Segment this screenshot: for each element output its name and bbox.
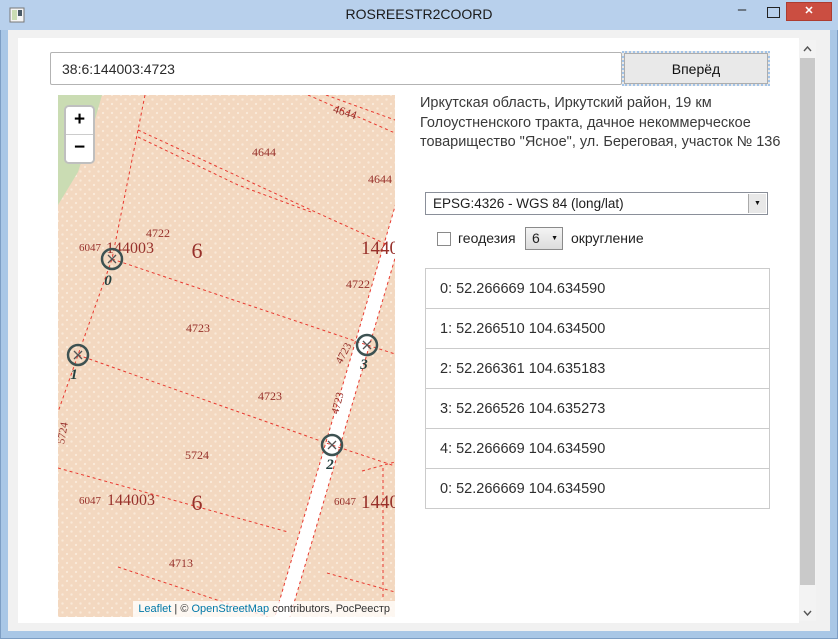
chevron-down-icon: ▼ — [551, 228, 558, 249]
minimize-button[interactable]: – — [728, 0, 756, 24]
scroll-down-button[interactable] — [799, 604, 816, 621]
svg-text:4723: 4723 — [258, 389, 282, 403]
svg-text:4713: 4713 — [169, 556, 193, 570]
close-button[interactable]: ✕ — [786, 2, 832, 21]
map-zoom-control: + − — [64, 105, 95, 164]
maximize-button[interactable] — [760, 0, 786, 24]
coordinate-row: 3: 52.266526 104.635273 — [425, 388, 770, 429]
svg-text:6047: 6047 — [79, 495, 102, 507]
attribution-suffix: contributors, РосРеестр — [269, 603, 390, 615]
titlebar[interactable]: ROSREESTR2COORD – ✕ — [0, 0, 838, 30]
svg-text:1: 1 — [70, 367, 78, 383]
svg-text:4722: 4722 — [146, 226, 170, 240]
svg-text:4722: 4722 — [346, 277, 370, 291]
svg-text:5724: 5724 — [58, 421, 71, 445]
svg-text:4644: 4644 — [252, 145, 276, 159]
openstreetmap-link[interactable]: OpenStreetMap — [191, 603, 269, 615]
map-canvas: 4644 4644 4644 4722 6047 144003 6 1440 4… — [58, 95, 395, 617]
map-attribution: Leaflet | © OpenStreetMap contributors, … — [133, 601, 395, 617]
svg-text:4644: 4644 — [331, 102, 358, 123]
coordinate-row: 2: 52.266361 104.635183 — [425, 348, 770, 389]
chevron-down-icon — [803, 610, 812, 616]
rounding-select[interactable]: 6 ▼ — [525, 227, 563, 250]
chevron-up-icon — [803, 46, 812, 52]
forward-button[interactable]: Вперёд — [622, 51, 770, 86]
address-text: Иркутская область, Иркутский район, 19 к… — [420, 94, 794, 153]
svg-text:6: 6 — [192, 490, 203, 515]
svg-text:4644: 4644 — [368, 172, 392, 186]
vertical-scrollbar[interactable] — [799, 40, 816, 621]
coordinate-row: 4: 52.266669 104.634590 — [425, 428, 770, 469]
attribution-separator: | © — [171, 603, 191, 615]
leaflet-link[interactable]: Leaflet — [138, 603, 171, 615]
map[interactable]: 4644 4644 4644 4722 6047 144003 6 1440 4… — [58, 95, 395, 617]
scrollbar-thumb[interactable] — [800, 58, 815, 585]
coordinate-list: 0: 52.266669 104.634590 1: 52.266510 104… — [425, 268, 770, 509]
rounding-label: округление — [571, 230, 644, 246]
coordinate-row: 1: 52.266510 104.634500 — [425, 308, 770, 349]
crs-dropdown-button[interactable]: ▼ — [748, 194, 766, 213]
svg-text:1440: 1440 — [361, 238, 395, 259]
maximize-icon — [767, 7, 780, 18]
svg-text:6: 6 — [192, 238, 203, 263]
cadastral-number-input[interactable] — [50, 52, 622, 85]
svg-text:5724: 5724 — [185, 448, 209, 462]
map-labels: 4644 4644 4644 4722 6047 144003 6 1440 4… — [58, 102, 395, 570]
coordinate-row: 0: 52.266669 104.634590 — [425, 268, 770, 309]
zoom-in-button[interactable]: + — [66, 107, 93, 135]
svg-text:2: 2 — [325, 457, 334, 473]
window-content: Вперёд — [8, 30, 830, 631]
window-title: ROSREESTR2COORD — [0, 6, 838, 22]
geodesy-label: геодезия — [458, 230, 516, 246]
crs-selected-value: EPSG:4326 - WGS 84 (long/lat) — [433, 196, 624, 211]
crs-select[interactable]: EPSG:4326 - WGS 84 (long/lat) ▼ — [425, 192, 768, 215]
svg-text:3: 3 — [359, 357, 368, 373]
rounding-value: 6 — [532, 230, 540, 246]
svg-text:4723: 4723 — [186, 321, 210, 335]
svg-text:6047: 6047 — [334, 496, 357, 508]
svg-text:6047: 6047 — [79, 242, 102, 254]
zoom-out-button[interactable]: − — [66, 135, 93, 162]
geodesy-checkbox[interactable] — [437, 232, 451, 246]
svg-text:1440: 1440 — [361, 492, 395, 513]
svg-text:144003: 144003 — [107, 492, 155, 509]
scroll-up-button[interactable] — [799, 40, 816, 57]
svg-text:0: 0 — [104, 273, 112, 289]
coordinate-row: 0: 52.266669 104.634590 — [425, 468, 770, 509]
chevron-down-icon: ▼ — [754, 200, 761, 207]
